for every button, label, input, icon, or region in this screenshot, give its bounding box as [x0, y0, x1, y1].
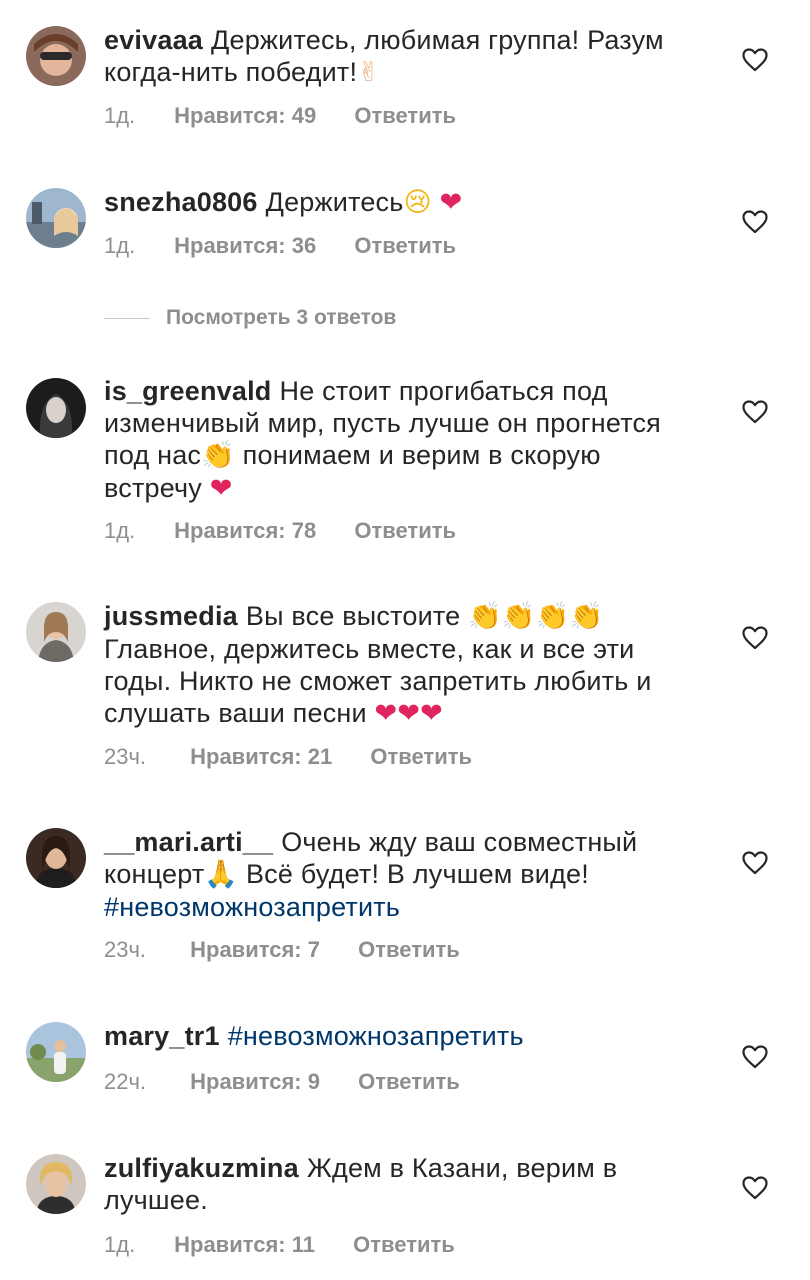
timestamp: 1д. — [104, 103, 136, 128]
heart-icon[interactable] — [742, 851, 768, 875]
likes-count[interactable]: Нравится: 78 — [174, 518, 316, 543]
victory-hand-emoji: ✌ — [357, 57, 381, 88]
username[interactable]: is_greenvald — [104, 376, 272, 406]
replies-divider — [104, 317, 150, 319]
folded-hands-emoji: 🙏 — [204, 859, 239, 890]
username[interactable]: jussmedia — [104, 601, 238, 631]
heart-icon[interactable] — [742, 626, 768, 650]
timestamp: 23ч. — [104, 937, 147, 962]
likes-count[interactable]: Нравится: 36 — [174, 233, 316, 258]
likes-count[interactable]: Нравится: 49 — [174, 103, 316, 128]
comment-body: Держитесь — [265, 187, 404, 217]
comment-text: __mari.arti__ Очень жду ваш совместный ко… — [104, 826, 704, 923]
comment-meta: 1д. Нравится: 78 Ответить — [104, 518, 456, 544]
comment-text: jussmedia Вы все выстоите 👏👏👏👏 Главное, де… — [104, 600, 704, 730]
clapping-hands-emoji: 👏👏👏👏 — [468, 601, 604, 632]
reply-button[interactable]: Ответить — [354, 103, 456, 128]
comment-meta: 1д. Нравится: 49 Ответить — [104, 103, 456, 129]
timestamp: 1д. — [104, 233, 136, 258]
comment-body: Всё будет! В лучшем виде! — [238, 859, 589, 889]
red-heart-emoji: ❤ — [209, 473, 233, 504]
hashtag-link[interactable]: #невозможнозапретить — [228, 1021, 524, 1051]
username[interactable]: evivaaa — [104, 25, 203, 55]
avatar[interactable] — [26, 602, 86, 662]
timestamp: 23ч. — [104, 744, 147, 769]
username[interactable]: __mari.arti__ — [104, 827, 273, 857]
avatar[interactable] — [26, 378, 86, 438]
avatar[interactable] — [26, 188, 86, 248]
heart-icon[interactable] — [742, 400, 768, 424]
comment-text: zulfiyakuzmina Ждем в Казани, верим в луч… — [104, 1152, 704, 1216]
timestamp: 1д. — [104, 1232, 136, 1257]
username[interactable]: mary_tr1 — [104, 1021, 220, 1051]
heart-icon[interactable] — [742, 210, 768, 234]
heart-icon[interactable] — [742, 1176, 768, 1200]
likes-count[interactable]: Нравится: 9 — [190, 1069, 320, 1094]
hashtag-link[interactable]: #невозможнозапретить — [104, 892, 400, 922]
reply-button[interactable]: Ответить — [353, 1232, 455, 1257]
comment-meta: 23ч. Нравится: 7 Ответить — [104, 937, 460, 963]
avatar[interactable] — [26, 828, 86, 888]
comment-meta: 1д. Нравится: 11 Ответить — [104, 1232, 455, 1258]
comment-meta: 23ч. Нравится: 21 Ответить — [104, 744, 472, 770]
avatar[interactable] — [26, 1154, 86, 1214]
red-heart-emoji: ❤ — [439, 187, 463, 218]
username[interactable]: snezha0806 — [104, 187, 258, 217]
reply-button[interactable]: Ответить — [358, 937, 460, 962]
avatar[interactable] — [26, 26, 86, 86]
likes-count[interactable]: Нравится: 7 — [190, 937, 320, 962]
heart-icon[interactable] — [742, 48, 768, 72]
crying-face-emoji: 😢 — [403, 187, 432, 218]
red-heart-emoji: ❤❤❤ — [374, 698, 443, 729]
comment-meta: 22ч. Нравится: 9 Ответить — [104, 1069, 460, 1095]
reply-button[interactable]: Ответить — [354, 233, 456, 258]
reply-button[interactable]: Ответить — [354, 518, 456, 543]
timestamp: 22ч. — [104, 1069, 147, 1094]
heart-icon[interactable] — [742, 1045, 768, 1069]
comment-meta: 1д. Нравится: 36 Ответить — [104, 233, 456, 259]
comment-body: Вы все выстоите — [245, 601, 461, 631]
avatar[interactable] — [26, 1022, 86, 1082]
likes-count[interactable]: Нравится: 11 — [174, 1232, 315, 1257]
view-replies-button[interactable]: Посмотреть 3 ответов — [104, 306, 396, 330]
comment-text: mary_tr1 #невозможнозапретить — [104, 1020, 704, 1052]
comment-text: is_greenvald Не стоит прогибаться под изм… — [104, 375, 704, 505]
comment-text: evivaaa Держитесь, любимая группа! Разум … — [104, 24, 704, 89]
comment-text: snezha0806 Держитесь😢 ❤ — [104, 186, 704, 219]
reply-button[interactable]: Ответить — [358, 1069, 460, 1094]
username[interactable]: zulfiyakuzmina — [104, 1153, 299, 1183]
clapping-hands-emoji: 👏 — [201, 440, 235, 471]
reply-button[interactable]: Ответить — [370, 744, 472, 769]
timestamp: 1д. — [104, 518, 136, 543]
likes-count[interactable]: Нравится: 21 — [190, 744, 332, 769]
